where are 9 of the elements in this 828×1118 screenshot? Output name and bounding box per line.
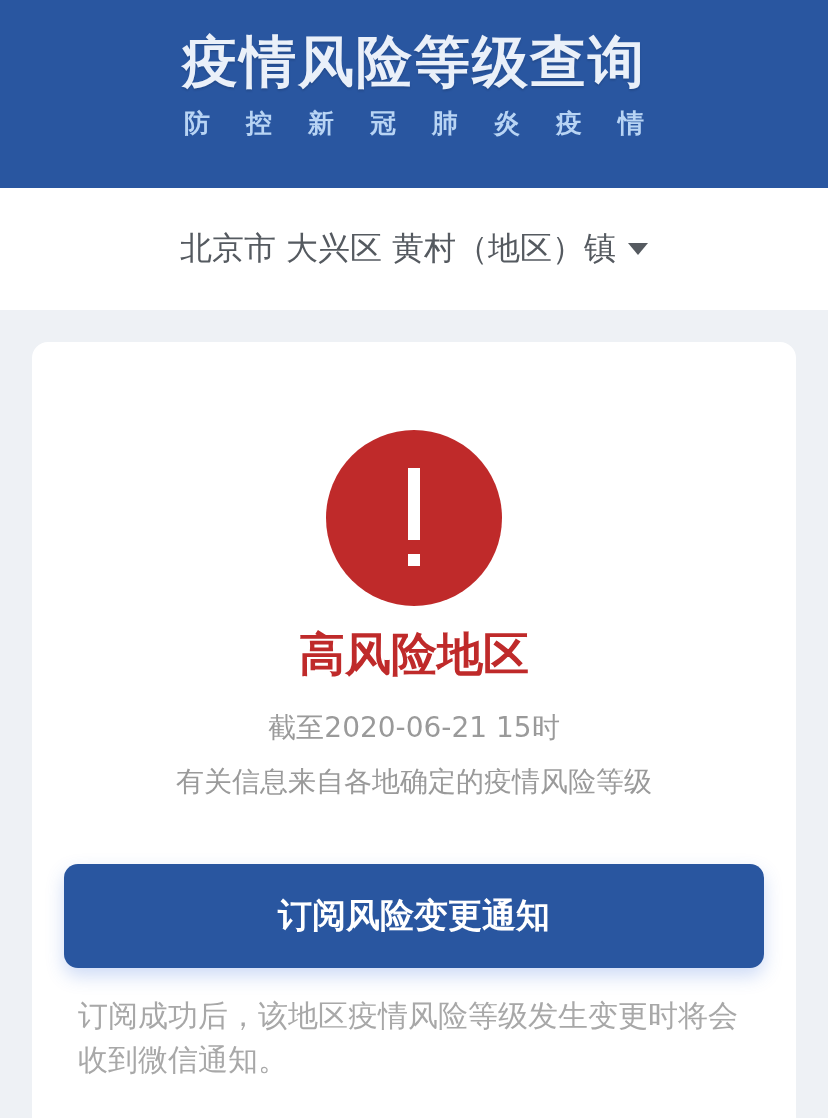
- caret-icon: [628, 243, 649, 255]
- subscribe-note: 订阅成功后，该地区疫情风险等级发生变更时将会收到微信通知。: [77, 997, 739, 1079]
- source-note: 有关信息来自各地确定的疫情风险等级: [176, 764, 652, 800]
- region-selector[interactable]: 北京市 大兴区 黄村（地区）镇: [167, 219, 661, 279]
- update-time: 截至2020-06-21 15时: [268, 710, 560, 746]
- page-title: 疫情风险等级查询: [182, 30, 646, 94]
- subscribe-button[interactable]: 订阅风险变更通知: [64, 864, 764, 968]
- page-subtitle: 防控新冠肺炎疫情: [184, 107, 680, 140]
- risk-level-label: 高风险地区: [299, 626, 529, 683]
